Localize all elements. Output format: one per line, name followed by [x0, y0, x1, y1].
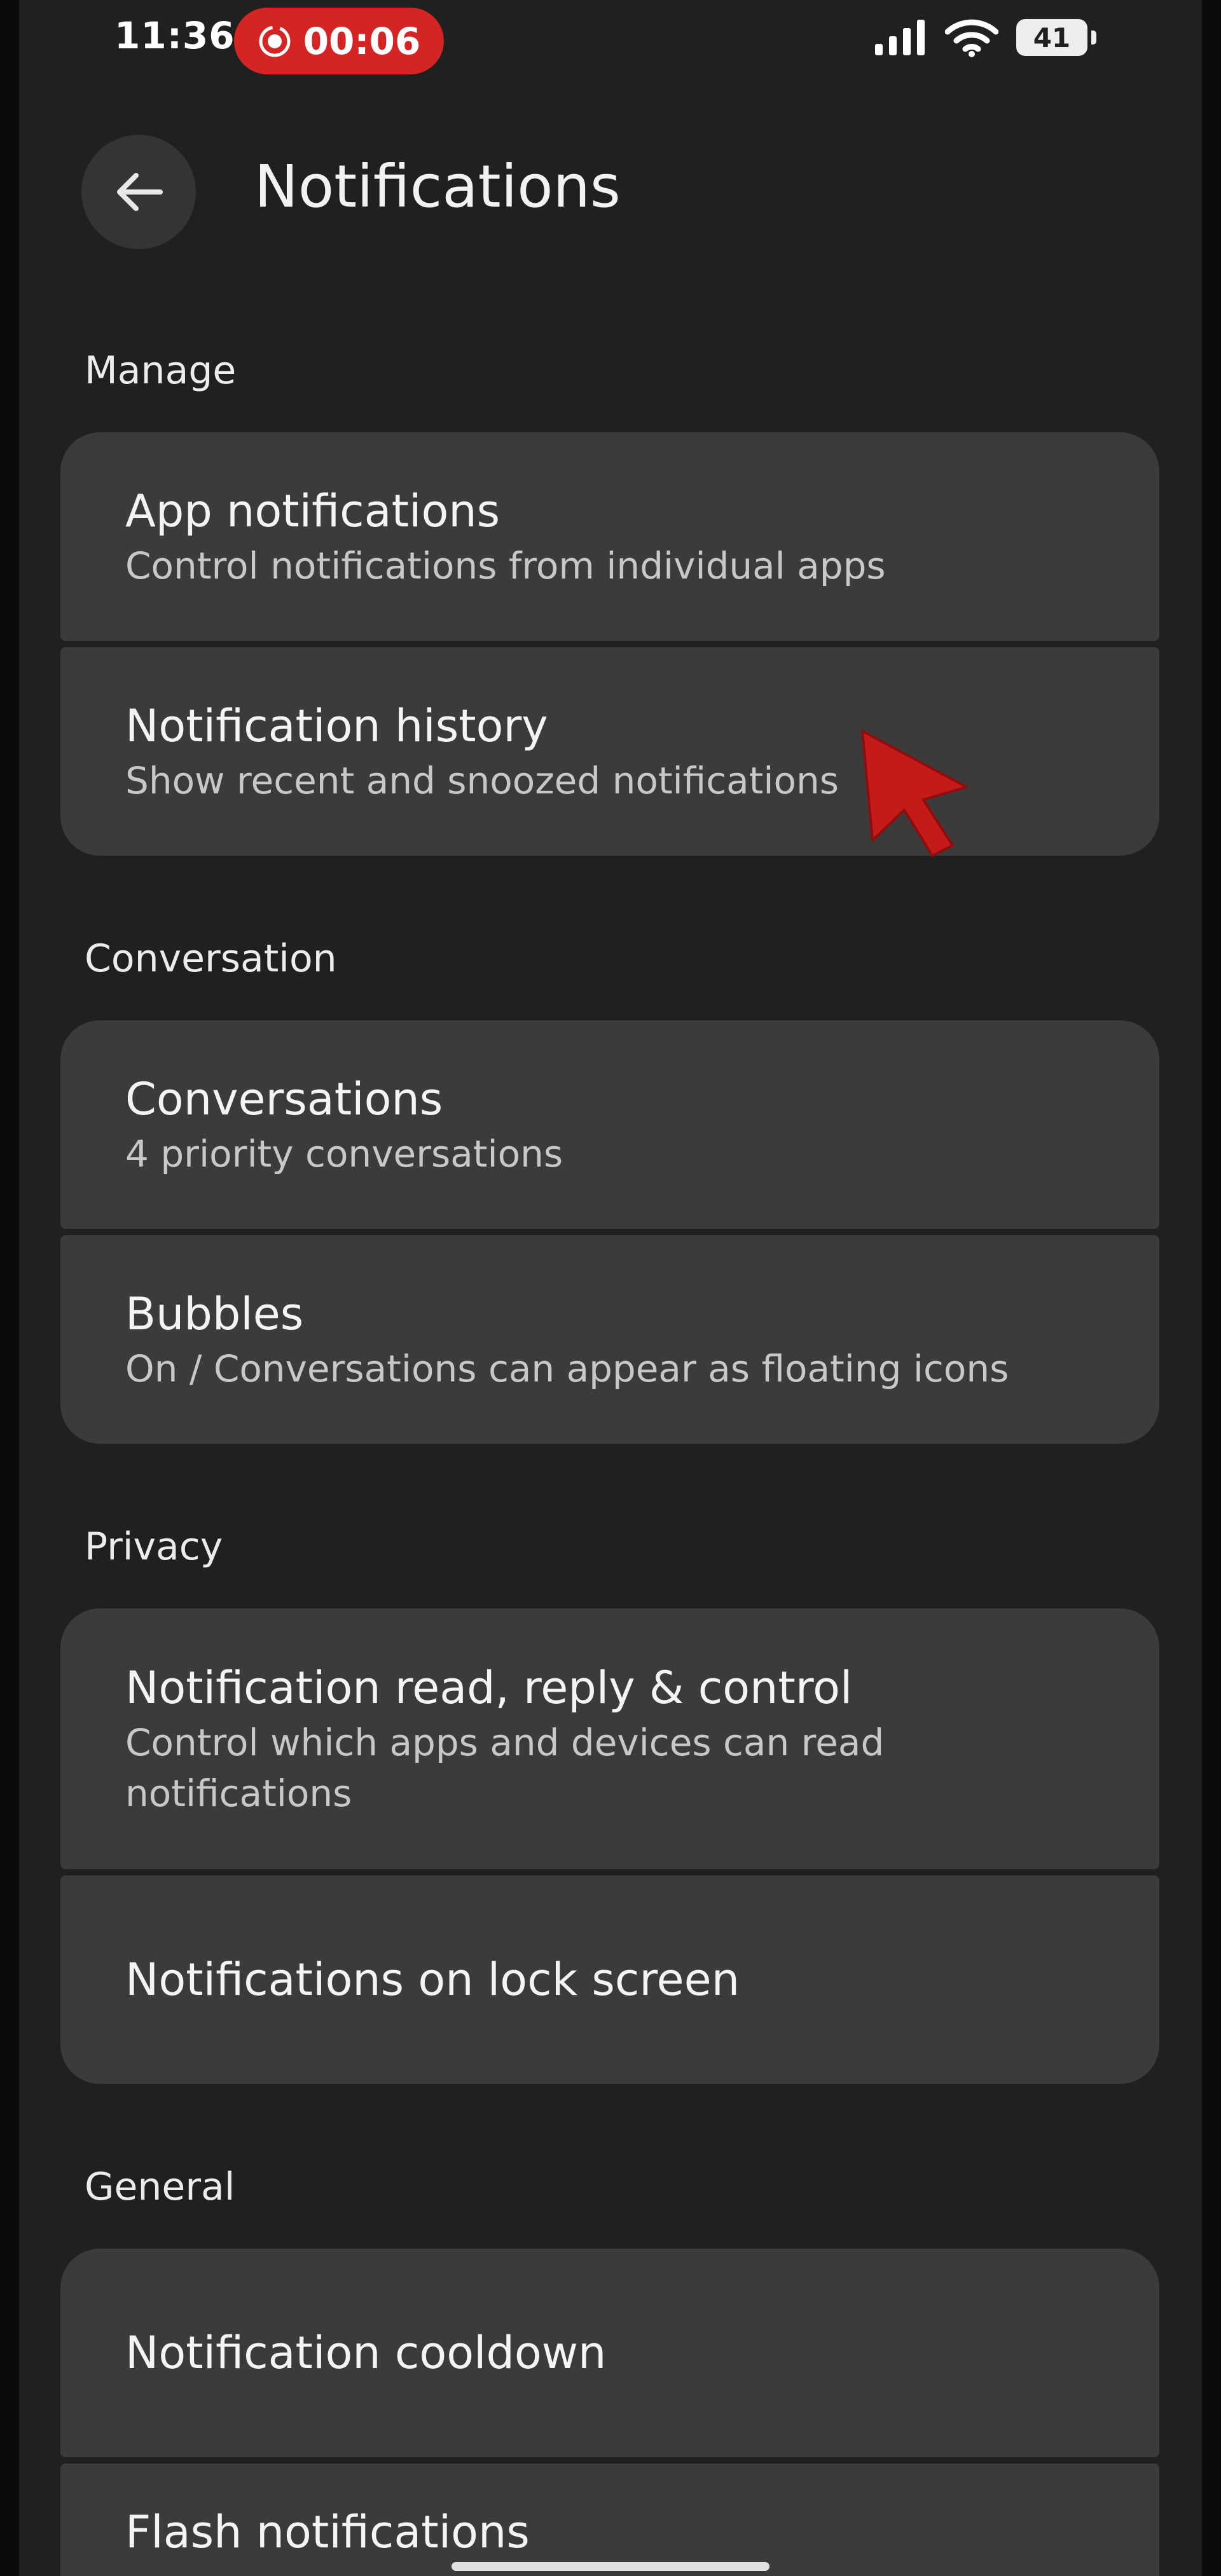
app-notifications-item[interactable]: App notifications Control notifications …	[60, 432, 1159, 641]
item-title: App notifications	[125, 485, 500, 537]
item-title: Notification read, reply & control	[125, 1662, 853, 1714]
record-icon	[259, 25, 291, 57]
item-title: Bubbles	[125, 1288, 304, 1340]
battery-level: 41	[1033, 22, 1071, 53]
item-title: Flash notifications	[125, 2506, 530, 2558]
flash-notifications-item[interactable]: Flash notifications	[60, 2463, 1159, 2576]
item-subtitle: On / Conversations can appear as floatin…	[125, 1347, 1009, 1390]
status-icons: 41	[874, 18, 1096, 57]
battery-icon: 41	[1016, 19, 1096, 56]
signal-icon	[875, 20, 925, 55]
section-header-manage: Manage	[85, 348, 237, 393]
arrow-left-icon	[117, 173, 163, 211]
screen: 11:36 00:06 41 Notifications Manage App …	[19, 0, 1202, 2576]
recording-time: 00:06	[303, 19, 421, 63]
screen-recording-pill[interactable]: 00:06	[234, 8, 444, 74]
page-title: Notifications	[254, 153, 621, 221]
item-title: Notifications on lock screen	[125, 1954, 740, 2006]
item-subtitle: Control notifications from individual ap…	[125, 544, 886, 587]
left-bezel	[0, 0, 19, 2576]
bubbles-item[interactable]: Bubbles On / Conversations can appear as…	[60, 1235, 1159, 1444]
section-header-general: General	[85, 2165, 235, 2209]
home-indicator[interactable]	[452, 2562, 769, 2571]
section-header-conversation: Conversation	[85, 936, 337, 981]
conversations-item[interactable]: Conversations 4 priority conversations	[60, 1020, 1159, 1229]
status-bar: 11:36 00:06 41	[19, 0, 1202, 89]
lock-screen-item[interactable]: Notifications on lock screen	[60, 1875, 1159, 2084]
item-subtitle: 4 priority conversations	[125, 1132, 563, 1175]
notification-history-item[interactable]: Notification history Show recent and sno…	[60, 647, 1159, 856]
status-time: 11:36	[114, 14, 235, 57]
read-reply-control-item[interactable]: Notification read, reply & control Contr…	[60, 1608, 1159, 1869]
item-title: Notification history	[125, 700, 548, 752]
phone-frame: 11:36 00:06 41 Notifications Manage App …	[0, 0, 1221, 2576]
section-header-privacy: Privacy	[85, 1524, 223, 1569]
wifi-icon	[945, 19, 998, 57]
item-title: Conversations	[125, 1073, 443, 1125]
pointer-cursor-icon	[861, 730, 968, 857]
back-button[interactable]	[81, 135, 196, 249]
cooldown-item[interactable]: Notification cooldown	[60, 2249, 1159, 2457]
right-bezel	[1202, 0, 1221, 2576]
item-subtitle: Control which apps and devices can read …	[125, 1721, 885, 1815]
item-title: Notification cooldown	[125, 2327, 607, 2379]
